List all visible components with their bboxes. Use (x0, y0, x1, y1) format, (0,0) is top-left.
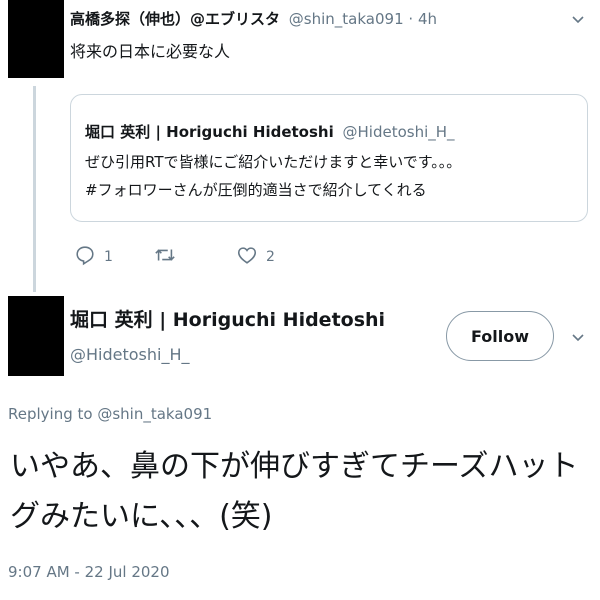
main-tweet-text: いやあ、鼻の下が伸びすぎてチーズハットグみたいに、、、(笑) (10, 449, 579, 534)
main-avatar[interactable] (8, 296, 64, 376)
follow-button[interactable]: Follow (446, 311, 554, 361)
like-icon (236, 244, 258, 270)
quoted-tweet-card[interactable]: 堀口 英利 | Horiguchi Hidetoshi @Hidetoshi_H… (70, 94, 588, 222)
retweet-button[interactable] (154, 244, 184, 270)
parent-author-name[interactable]: 高橋多探（伸也）@エブリスタ (70, 10, 280, 28)
quoted-tweet-header: 堀口 英利 | Horiguchi Hidetoshi @Hidetoshi_H… (85, 121, 455, 142)
reply-count: 1 (104, 249, 113, 265)
parent-tweet-header: 高橋多探（伸也）@エブリスタ @shin_taka091 · 4h (70, 8, 437, 29)
tweet-timestamp[interactable]: 9:07 AM - 22 Jul 2020 (8, 563, 170, 581)
replying-to: Replying to @shin_taka091 (8, 405, 212, 423)
parent-avatar[interactable] (8, 0, 64, 78)
like-button[interactable]: 2 (236, 244, 275, 270)
quoted-text-line: #フォロワーさんが圧倒的適当さで紹介してくれる (85, 181, 427, 199)
parent-tweet-text: 将来の日本に必要な人 (70, 42, 231, 61)
main-author-name[interactable]: 堀口 英利 | Horiguchi Hidetoshi (70, 305, 385, 332)
replying-handle-link[interactable]: @shin_taka091 (97, 405, 212, 423)
retweet-icon (154, 244, 176, 270)
reply-button[interactable]: 1 (74, 244, 113, 270)
replying-prefix: Replying to (8, 405, 93, 423)
chevron-down-icon[interactable] (570, 12, 586, 28)
thread-line (33, 86, 36, 292)
parent-tweet-time[interactable]: 4h (418, 10, 437, 28)
like-count: 2 (266, 249, 275, 265)
reply-icon (74, 244, 96, 270)
quoted-text-line: ぜひ引用RTで皆様にご紹介いただけますと幸いです。。。 (85, 153, 462, 171)
header-separator: · (408, 10, 414, 28)
quoted-author-name: 堀口 英利 | Horiguchi Hidetoshi (85, 123, 334, 141)
parent-author-handle[interactable]: @shin_taka091 (289, 10, 404, 28)
main-author-handle[interactable]: @Hidetoshi_H_ (70, 345, 190, 364)
quoted-author-handle: @Hidetoshi_H_ (342, 123, 455, 141)
chevron-down-icon[interactable] (570, 330, 586, 346)
